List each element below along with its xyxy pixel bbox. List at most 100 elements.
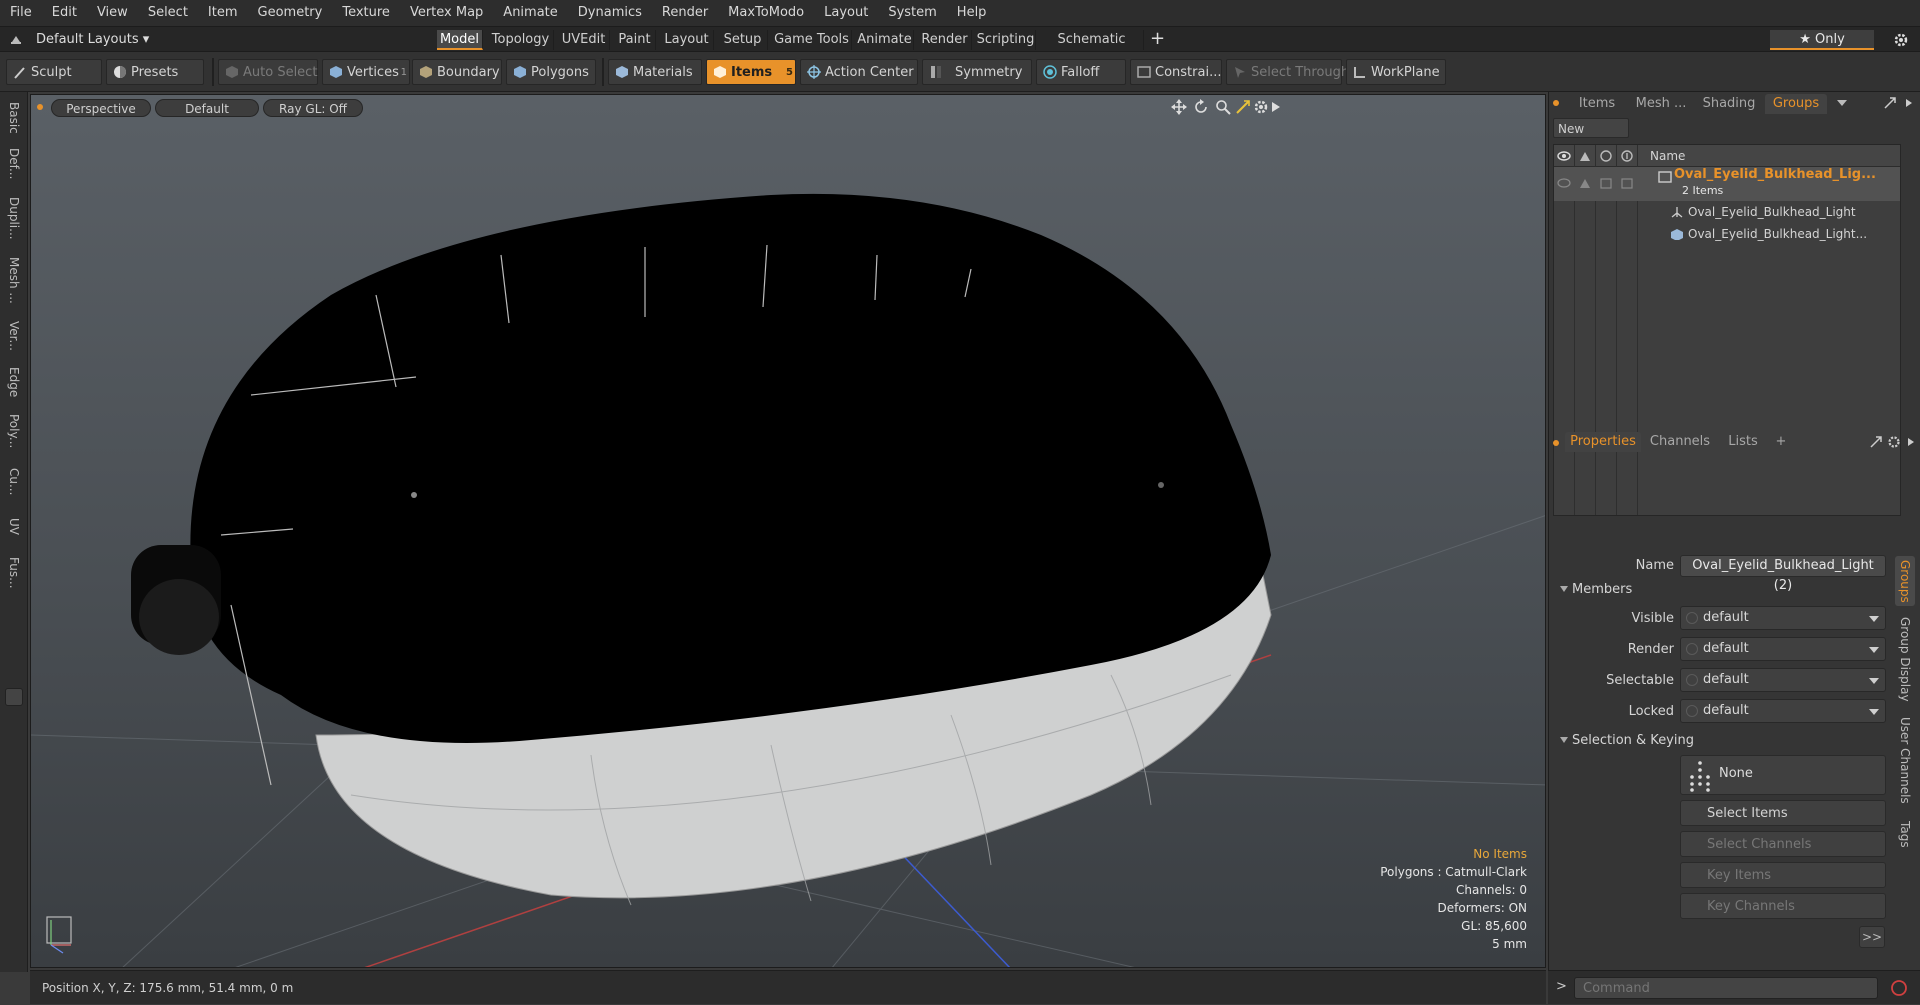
record-icon[interactable] <box>1890 979 1908 997</box>
gear-icon[interactable] <box>1893 32 1909 48</box>
left-tab-polygon[interactable]: Poly... <box>3 406 25 456</box>
pin-icon[interactable] <box>10 33 22 45</box>
tabs-more-arrow-icon[interactable] <box>1837 100 1847 108</box>
tab-render[interactable]: Render <box>918 30 972 50</box>
left-tab-mesh[interactable]: Mesh ... <box>3 250 25 310</box>
tab-scripting[interactable]: Scripting <box>976 30 1036 50</box>
tab-model[interactable]: Model <box>437 30 483 50</box>
tab-game-tools[interactable]: Game Tools <box>772 30 852 50</box>
add-properties-tab[interactable]: + <box>1771 432 1791 452</box>
left-panel-toggle[interactable] <box>5 688 23 706</box>
menu-help[interactable]: Help <box>947 0 997 26</box>
menu-system[interactable]: System <box>878 0 946 26</box>
none-selector-button[interactable]: None <box>1680 755 1886 795</box>
menu-file[interactable]: File <box>0 0 42 26</box>
tab-schematic-fusion[interactable]: Schematic Fusion <box>1040 30 1144 67</box>
properties-menu-dot[interactable] <box>1553 440 1559 446</box>
tab-lists[interactable]: Lists <box>1719 432 1767 452</box>
menu-edit[interactable]: Edit <box>42 0 87 26</box>
polygons-button[interactable]: Polygons <box>506 59 596 85</box>
menu-layout[interactable]: Layout <box>814 0 878 26</box>
tab-channels[interactable]: Channels <box>1647 432 1713 452</box>
left-tab-fusion[interactable]: Fus... <box>3 548 25 598</box>
action-center-button[interactable]: Action Center <box>800 59 918 85</box>
viewport-expand-arrow-icon[interactable] <box>1271 101 1281 113</box>
visible-dropdown[interactable]: default <box>1680 606 1886 630</box>
more-button[interactable]: >> <box>1859 926 1885 948</box>
sculpt-button[interactable]: Sculpt <box>6 59 102 85</box>
layouts-dropdown[interactable]: Default Layouts ▾ <box>36 30 149 50</box>
rotate-view-icon[interactable] <box>1193 99 1209 115</box>
left-tab-vertex[interactable]: Ver... <box>3 314 25 358</box>
raygl-dropdown[interactable]: Ray GL: Off <box>263 99 363 117</box>
select-channels-button[interactable]: Select Channels <box>1680 831 1886 857</box>
shading-dropdown[interactable]: Default <box>155 99 259 117</box>
tab-properties[interactable]: Properties <box>1565 432 1641 452</box>
move-view-icon[interactable] <box>1171 99 1187 115</box>
menu-maxtomodo[interactable]: MaxToModo <box>718 0 814 26</box>
tab-layout[interactable]: Layout <box>660 30 714 50</box>
menu-item[interactable]: Item <box>198 0 248 26</box>
select-toggle-icon[interactable] <box>1620 177 1634 189</box>
zoom-view-icon[interactable] <box>1215 99 1231 115</box>
members-section[interactable]: Members <box>1559 580 1632 600</box>
tab-animate[interactable]: Animate <box>856 30 914 50</box>
left-tab-curve[interactable]: Cu... <box>3 460 25 504</box>
fit-view-icon[interactable] <box>1235 99 1251 115</box>
group-child-row[interactable]: Oval_Eyelid_Bulkhead_Light... <box>1554 223 1900 245</box>
boundary-button[interactable]: Boundary <box>412 59 502 85</box>
maximize-icon[interactable] <box>1883 96 1897 110</box>
menu-animate[interactable]: Animate <box>493 0 567 26</box>
tab-topology[interactable]: Topology <box>488 30 554 50</box>
presets-button[interactable]: Presets <box>106 59 204 85</box>
group-row-selected[interactable]: Oval_Eyelid_Bulkhead_Lig... 2 Items <box>1554 167 1900 201</box>
menu-view[interactable]: View <box>87 0 138 26</box>
side-tab-user-channels[interactable]: User Channels <box>1895 712 1915 808</box>
visibility-column-icon[interactable] <box>1557 150 1571 162</box>
tab-paint[interactable]: Paint <box>614 30 656 50</box>
menu-select[interactable]: Select <box>138 0 198 26</box>
vertices-button[interactable]: Vertices 1 <box>322 59 410 85</box>
symmetry-button[interactable]: Symmetry <box>922 59 1032 85</box>
panel-menu-dot[interactable] <box>1553 100 1559 106</box>
side-tab-groups[interactable]: Groups <box>1895 556 1915 606</box>
selection-keying-section[interactable]: Selection & Keying <box>1560 731 1694 751</box>
only-toggle[interactable]: ★ Only <box>1770 30 1874 50</box>
tab-items[interactable]: Items <box>1569 94 1625 114</box>
key-channels-button[interactable]: Key Channels <box>1680 893 1886 919</box>
select-items-button[interactable]: Select Items <box>1680 800 1886 826</box>
tab-setup[interactable]: Setup <box>718 30 768 50</box>
side-tab-tags[interactable]: Tags <box>1895 814 1915 854</box>
key-items-button[interactable]: Key Items <box>1680 862 1886 888</box>
tab-groups[interactable]: Groups <box>1765 94 1827 114</box>
render-dropdown[interactable]: default <box>1680 637 1886 661</box>
group-child-row[interactable]: Oval_Eyelid_Bulkhead_Light <box>1554 201 1900 223</box>
command-input[interactable] <box>1574 977 1878 999</box>
auto-select-button[interactable]: Auto Select <box>218 59 318 85</box>
viewport-gear-icon[interactable] <box>1253 99 1269 115</box>
side-tab-group-display[interactable]: Group Display <box>1895 612 1915 706</box>
tab-uvedit[interactable]: UVEdit <box>558 30 610 50</box>
add-tab-button[interactable]: + <box>1150 28 1165 50</box>
tab-shading[interactable]: Shading <box>1697 94 1761 114</box>
workplane-button[interactable]: WorkPlane <box>1346 59 1446 85</box>
items-button[interactable]: Items 5 <box>706 59 796 85</box>
menu-vertex-map[interactable]: Vertex Map <box>400 0 493 26</box>
render-column-icon[interactable] <box>1578 150 1592 162</box>
menu-texture[interactable]: Texture <box>332 0 400 26</box>
left-tab-edge[interactable]: Edge <box>3 362 25 402</box>
select-through-button[interactable]: Select Through <box>1226 59 1349 85</box>
locked-dropdown[interactable]: default <box>1680 699 1886 723</box>
lock-column-icon[interactable] <box>1599 150 1613 162</box>
group-name-field[interactable]: Oval_Eyelid_Bulkhead_Light (2) <box>1680 555 1886 593</box>
panel-expand-arrow-icon[interactable] <box>1905 98 1913 108</box>
properties-expand-arrow-icon[interactable] <box>1907 437 1915 447</box>
lock-toggle-icon[interactable] <box>1599 177 1613 189</box>
new-group-button[interactable]: New Group <box>1553 118 1629 156</box>
left-tab-deform[interactable]: Def... <box>3 142 25 186</box>
select-column-icon[interactable] <box>1620 150 1634 162</box>
menu-geometry[interactable]: Geometry <box>248 0 333 26</box>
menu-render[interactable]: Render <box>652 0 718 26</box>
falloff-button[interactable]: Falloff <box>1036 59 1126 85</box>
materials-button[interactable]: Materials <box>608 59 702 85</box>
